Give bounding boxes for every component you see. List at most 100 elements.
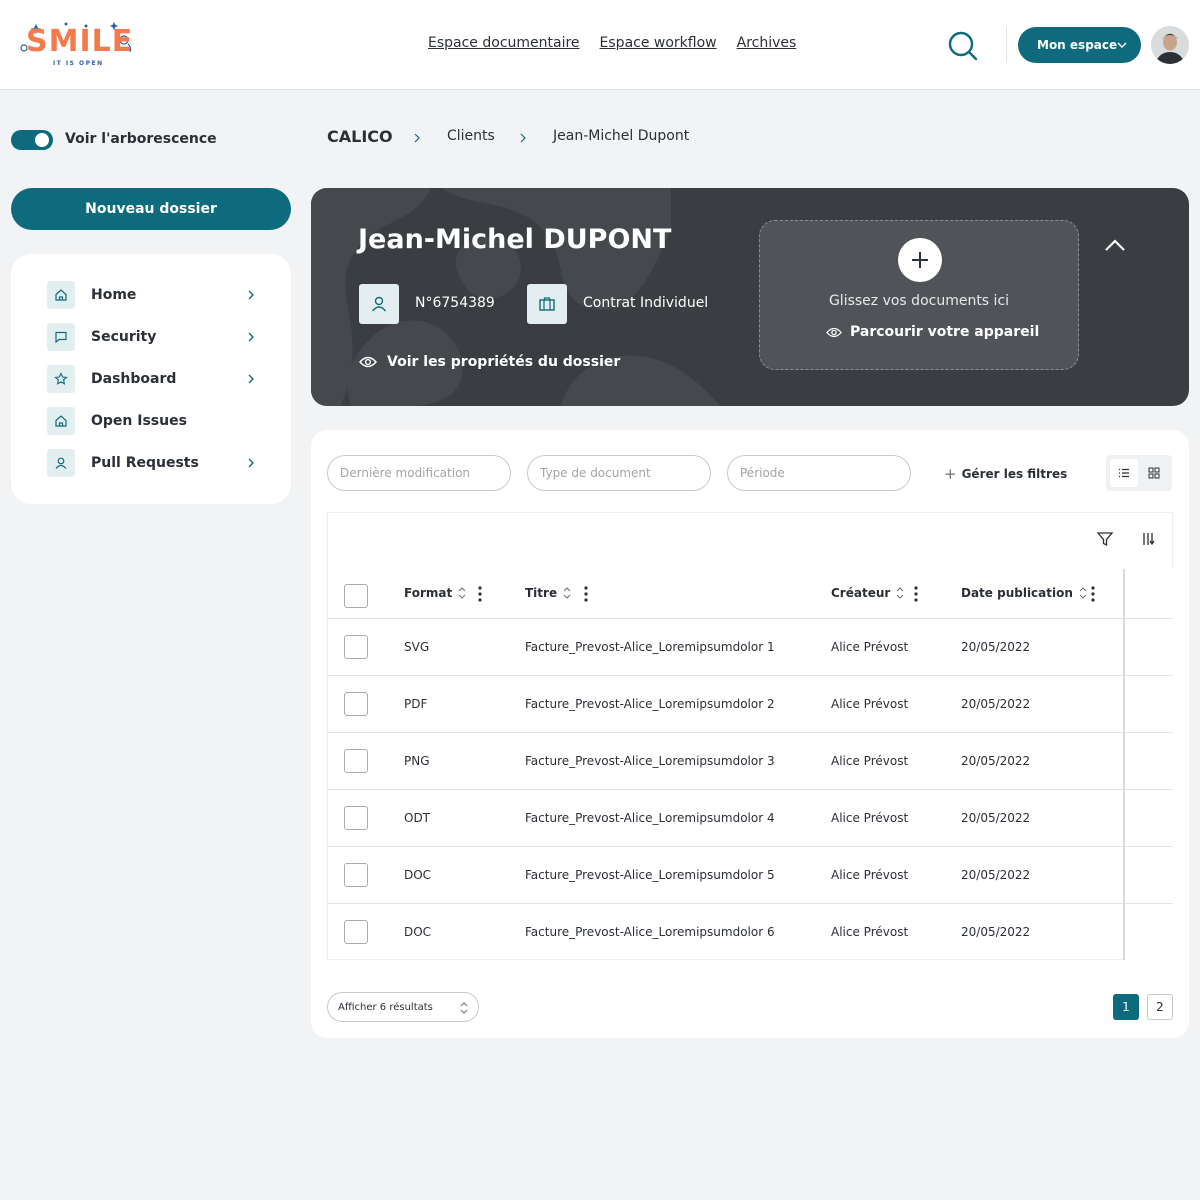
list-icon: [1119, 468, 1129, 478]
collapse-header-button[interactable]: [1104, 236, 1126, 256]
more-vertical-icon[interactable]: [913, 585, 919, 603]
table-row[interactable]: ODT Facture_Prevost-Alice_Loremipsumdolo…: [328, 790, 1124, 847]
logo-tagline: IT IS OPEN: [53, 60, 104, 67]
filter-icon[interactable]: [1096, 530, 1114, 548]
row-checkbox[interactable]: [344, 692, 368, 716]
row-checkbox[interactable]: [344, 635, 368, 659]
more-vertical-icon[interactable]: [583, 585, 589, 603]
breadcrumb-item-clients[interactable]: Clients: [447, 128, 495, 144]
breadcrumb-item-calico[interactable]: CALICO: [327, 127, 393, 146]
briefcase-icon: [539, 297, 555, 311]
table-row[interactable]: DOC Facture_Prevost-Alice_Loremipsumdolo…: [328, 904, 1124, 961]
sidebar-item-label: Pull Requests: [91, 455, 199, 471]
cell-date: 20/05/2022: [961, 925, 1031, 939]
tree-view-toggle[interactable]: [11, 130, 53, 150]
user-icon: [371, 296, 387, 312]
cell-creator: Alice Prévost: [831, 868, 909, 882]
sidebar-item-open-issues[interactable]: Open Issues: [47, 407, 255, 435]
column-header-format[interactable]: Format: [404, 586, 466, 600]
page-button-2[interactable]: 2: [1147, 994, 1173, 1020]
select-all-checkbox[interactable]: [344, 584, 368, 608]
cell-creator: Alice Prévost: [831, 640, 909, 654]
row-checkbox[interactable]: [344, 806, 368, 830]
cell-format: PNG: [404, 754, 430, 768]
cell-title[interactable]: Facture_Prevost-Alice_Loremipsumdolor 2: [525, 697, 775, 711]
cell-title[interactable]: Facture_Prevost-Alice_Loremipsumdolor 3: [525, 754, 775, 768]
cell-format: DOC: [404, 868, 432, 882]
smile-logo[interactable]: SMILE IT IS OPEN: [16, 18, 134, 72]
cell-creator: Alice Prévost: [831, 925, 909, 939]
table-row[interactable]: PDF Facture_Prevost-Alice_Loremipsumdolo…: [328, 676, 1124, 733]
grid-view-button[interactable]: [1140, 459, 1168, 487]
more-vertical-icon[interactable]: [477, 585, 483, 603]
account-menu-button[interactable]: Mon espace: [1018, 27, 1141, 63]
row-divider: [1125, 789, 1173, 790]
cell-date: 20/05/2022: [961, 811, 1031, 825]
nav-link-espace-documentaire[interactable]: Espace documentaire: [428, 35, 580, 51]
column-header-label: Titre: [525, 586, 558, 600]
chevron-right-icon: [248, 374, 254, 384]
eye-icon: [826, 327, 842, 337]
table-row[interactable]: DOC Facture_Prevost-Alice_Loremipsumdolo…: [328, 847, 1124, 904]
cell-date: 20/05/2022: [961, 640, 1031, 654]
eye-icon: [359, 356, 377, 368]
page-button-1[interactable]: 1: [1113, 994, 1139, 1020]
add-document-button[interactable]: [898, 238, 942, 282]
manage-filters-button[interactable]: + Gérer les filtres: [944, 465, 1067, 483]
grid-icon: [1148, 467, 1160, 479]
folder-properties-link[interactable]: Voir les propriétés du dossier: [359, 354, 620, 370]
sidebar-item-security[interactable]: Security: [47, 323, 255, 351]
tree-view-toggle-label: Voir l'arborescence: [65, 131, 217, 147]
more-vertical-icon[interactable]: [1090, 585, 1096, 603]
cell-format: DOC: [404, 925, 432, 939]
cell-format: PDF: [404, 697, 428, 711]
sidebar-item-dashboard[interactable]: Dashboard: [47, 365, 255, 393]
filter-document-type[interactable]: Type de document: [527, 455, 711, 491]
column-header-publication-date[interactable]: Date publication: [961, 586, 1087, 600]
main-nav: Espace documentaire Espace workflow Arch…: [428, 35, 796, 51]
page-size-select[interactable]: Afficher 6 résultats: [327, 992, 479, 1022]
column-header-label: Créateur: [831, 586, 891, 600]
table-row[interactable]: PNG Facture_Prevost-Alice_Loremipsumdolo…: [328, 733, 1124, 790]
list-view-button[interactable]: [1110, 459, 1138, 487]
cell-title[interactable]: Facture_Prevost-Alice_Loremipsumdolor 6: [525, 925, 775, 939]
plus-icon: +: [944, 465, 957, 483]
cell-date: 20/05/2022: [961, 697, 1031, 711]
avatar[interactable]: [1151, 26, 1189, 64]
sidebar-menu: Home Security Dashboard Open Issues Pull…: [11, 254, 291, 504]
cell-title[interactable]: Facture_Prevost-Alice_Loremipsumdolor 4: [525, 811, 775, 825]
upload-dropzone[interactable]: Glissez vos documents ici Parcourir votr…: [759, 220, 1079, 370]
column-header-title[interactable]: Titre: [525, 586, 571, 600]
chevron-right-icon: [414, 133, 420, 143]
sidebar-item-label: Home: [91, 287, 137, 303]
manage-filters-label: Gérer les filtres: [961, 467, 1068, 481]
new-folder-button[interactable]: Nouveau dossier: [11, 188, 291, 230]
column-header-creator[interactable]: Créateur: [831, 586, 904, 600]
sidebar-item-pull-requests[interactable]: Pull Requests: [47, 449, 255, 477]
sidebar-item-home[interactable]: Home: [47, 281, 255, 309]
user-icon: [47, 449, 75, 477]
filter-period[interactable]: Période: [727, 455, 911, 491]
cell-title[interactable]: Facture_Prevost-Alice_Loremipsumdolor 1: [525, 640, 775, 654]
cell-title[interactable]: Facture_Prevost-Alice_Loremipsumdolor 5: [525, 868, 775, 882]
search-icon[interactable]: [946, 29, 978, 61]
nav-link-archives[interactable]: Archives: [737, 35, 797, 51]
breadcrumb-item-current: Jean-Michel Dupont: [553, 128, 690, 144]
nav-link-espace-workflow[interactable]: Espace workflow: [600, 35, 717, 51]
table-row[interactable]: SVG Facture_Prevost-Alice_Loremipsumdolo…: [328, 619, 1124, 676]
sidebar-item-label: Dashboard: [91, 371, 177, 387]
columns-settings-icon[interactable]: [1140, 530, 1158, 548]
sort-icon: [896, 587, 904, 599]
row-checkbox[interactable]: [344, 863, 368, 887]
browse-device-link[interactable]: Parcourir votre appareil: [826, 324, 1039, 340]
row-divider: [1125, 846, 1173, 847]
logo-text: SMILE: [26, 24, 134, 59]
filter-last-modified[interactable]: Dernière modification: [327, 455, 511, 491]
dropzone-text: Glissez vos documents ici: [828, 293, 1010, 309]
chevron-right-icon: [248, 290, 254, 300]
row-checkbox[interactable]: [344, 749, 368, 773]
row-divider: [1125, 618, 1173, 619]
cell-creator: Alice Prévost: [831, 754, 909, 768]
sort-icon: [1079, 587, 1087, 599]
row-checkbox[interactable]: [344, 920, 368, 944]
